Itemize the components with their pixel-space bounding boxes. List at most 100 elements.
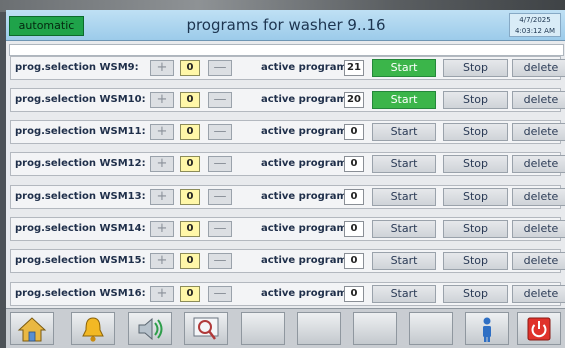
increment-button[interactable]: +: [150, 286, 174, 302]
washer-row: prog.selection WSM14: +0— active program: 0…: [10, 217, 565, 241]
start-button[interactable]: Start: [372, 155, 436, 173]
start-button[interactable]: Start: [372, 59, 436, 77]
program-selection-field[interactable]: 0: [180, 221, 200, 237]
mode-badge: automatic: [9, 16, 84, 36]
alarm-bell-icon: [82, 317, 104, 342]
washer-row: prog.selection WSM16: +0— active program: 0…: [10, 282, 565, 306]
program-selection-label: prog.selection WSM13:: [15, 191, 146, 202]
washer-row: prog.selection WSM10: +0 — active program: 2…: [10, 88, 565, 112]
zoom-icon: [193, 317, 219, 340]
decrement-button[interactable]: —: [208, 156, 232, 172]
stop-button[interactable]: Stop: [443, 188, 508, 206]
stop-button[interactable]: Stop: [443, 220, 508, 238]
decrement-button[interactable]: —: [208, 189, 232, 205]
program-selection-label: prog.selection WSM15:: [15, 255, 146, 266]
increment-button[interactable]: +: [150, 124, 174, 140]
active-program-value: 20: [344, 92, 364, 108]
stop-button[interactable]: Stop: [443, 155, 508, 173]
program-selection-label: prog.selection WSM16:: [15, 288, 146, 299]
header-bar: automatic programs for washer 9..16 4/7/…: [6, 10, 565, 41]
delete-button[interactable]: delete: [512, 252, 565, 270]
program-selection-field[interactable]: 0: [180, 189, 200, 205]
active-program-value: 0: [344, 253, 364, 269]
washer-row: prog.selection WSM9: +0 — active program: 21…: [10, 56, 565, 80]
toolbar-slot-8[interactable]: [409, 312, 453, 345]
program-selection-field[interactable]: 0: [180, 60, 200, 76]
stop-button[interactable]: Stop: [443, 91, 508, 109]
increment-button[interactable]: +: [150, 60, 174, 76]
start-button[interactable]: Start: [372, 123, 436, 141]
washer-row: prog.selection WSM13: +0— active program: 0…: [10, 185, 565, 209]
decrement-button[interactable]: —: [208, 124, 232, 140]
delete-button[interactable]: delete: [512, 91, 565, 109]
stop-button[interactable]: Stop: [443, 123, 508, 141]
active-program-value: 21: [344, 60, 364, 76]
time-text: 4:03:12 AM: [514, 27, 556, 35]
power-icon: [527, 317, 551, 341]
decrement-button[interactable]: —: [208, 286, 232, 302]
delete-button[interactable]: delete: [512, 285, 565, 303]
date-text: 4/7/2025: [519, 16, 551, 24]
toolbar-slot-6[interactable]: [297, 312, 341, 345]
active-program-label: active program:: [261, 191, 351, 202]
delete-button[interactable]: delete: [512, 123, 565, 141]
active-program-label: active program:: [261, 223, 351, 234]
home-icon: [17, 317, 47, 342]
start-button[interactable]: Start: [372, 252, 436, 270]
bottom-toolbar: [6, 308, 565, 348]
delete-button[interactable]: delete: [512, 188, 565, 206]
start-button[interactable]: Start: [372, 285, 436, 303]
increment-button[interactable]: +: [150, 189, 174, 205]
active-program-value: 0: [344, 189, 364, 205]
washer-row: prog.selection WSM11: +0— active program: 0…: [10, 120, 565, 144]
speaker-icon: [138, 317, 163, 341]
start-button[interactable]: Start: [372, 220, 436, 238]
alarm-button[interactable]: [71, 312, 115, 345]
active-program-value: 0: [344, 286, 364, 302]
start-button[interactable]: Start: [372, 91, 436, 109]
decrement-button[interactable]: —: [208, 221, 232, 237]
toolbar-slot-7[interactable]: [353, 312, 397, 345]
decrement-button[interactable]: —: [208, 253, 232, 269]
program-selection-field[interactable]: 0: [180, 286, 200, 302]
delete-button[interactable]: delete: [512, 155, 565, 173]
program-selection-field[interactable]: 0: [180, 92, 200, 108]
stop-button[interactable]: Stop: [443, 59, 508, 77]
start-button[interactable]: Start: [372, 188, 436, 206]
operator-icon: [483, 317, 491, 342]
decrement-button[interactable]: —: [208, 60, 232, 76]
program-selection-field[interactable]: 0: [180, 156, 200, 172]
view-button[interactable]: [184, 312, 228, 345]
decrement-button[interactable]: —: [208, 92, 232, 108]
operator-button[interactable]: [465, 312, 509, 345]
home-button[interactable]: [10, 312, 54, 345]
program-selection-label: prog.selection WSM10:: [15, 94, 146, 105]
active-program-value: 0: [344, 221, 364, 237]
toolbar-slot-5[interactable]: [241, 312, 285, 345]
active-program-label: active program:: [261, 158, 351, 169]
date-time-display: 4/7/2025 4:03:12 AM: [509, 13, 561, 37]
program-selection-field[interactable]: 0: [180, 253, 200, 269]
active-program-label: active program:: [261, 288, 351, 299]
program-selection-label: prog.selection WSM11:: [15, 126, 146, 137]
delete-button[interactable]: delete: [512, 220, 565, 238]
active-program-value: 0: [344, 156, 364, 172]
stop-button[interactable]: Stop: [443, 285, 508, 303]
active-program-value: 0: [344, 124, 364, 140]
power-button[interactable]: [517, 312, 561, 345]
program-selection-label: prog.selection WSM12:: [15, 158, 146, 169]
program-selection-field[interactable]: 0: [180, 124, 200, 140]
horn-button[interactable]: [128, 312, 172, 345]
increment-button[interactable]: +: [150, 253, 174, 269]
stop-button[interactable]: Stop: [443, 252, 508, 270]
increment-button[interactable]: +: [150, 221, 174, 237]
delete-button[interactable]: delete: [512, 59, 565, 77]
increment-button[interactable]: +: [150, 92, 174, 108]
program-selection-label: prog.selection WSM14:: [15, 223, 146, 234]
active-program-label: active program:: [261, 62, 351, 73]
hmi-screen: automatic programs for washer 9..16 4/7/…: [6, 10, 565, 348]
status-strip: [9, 44, 564, 56]
active-program-label: active program:: [261, 94, 351, 105]
active-program-label: active program:: [261, 255, 351, 266]
increment-button[interactable]: +: [150, 156, 174, 172]
